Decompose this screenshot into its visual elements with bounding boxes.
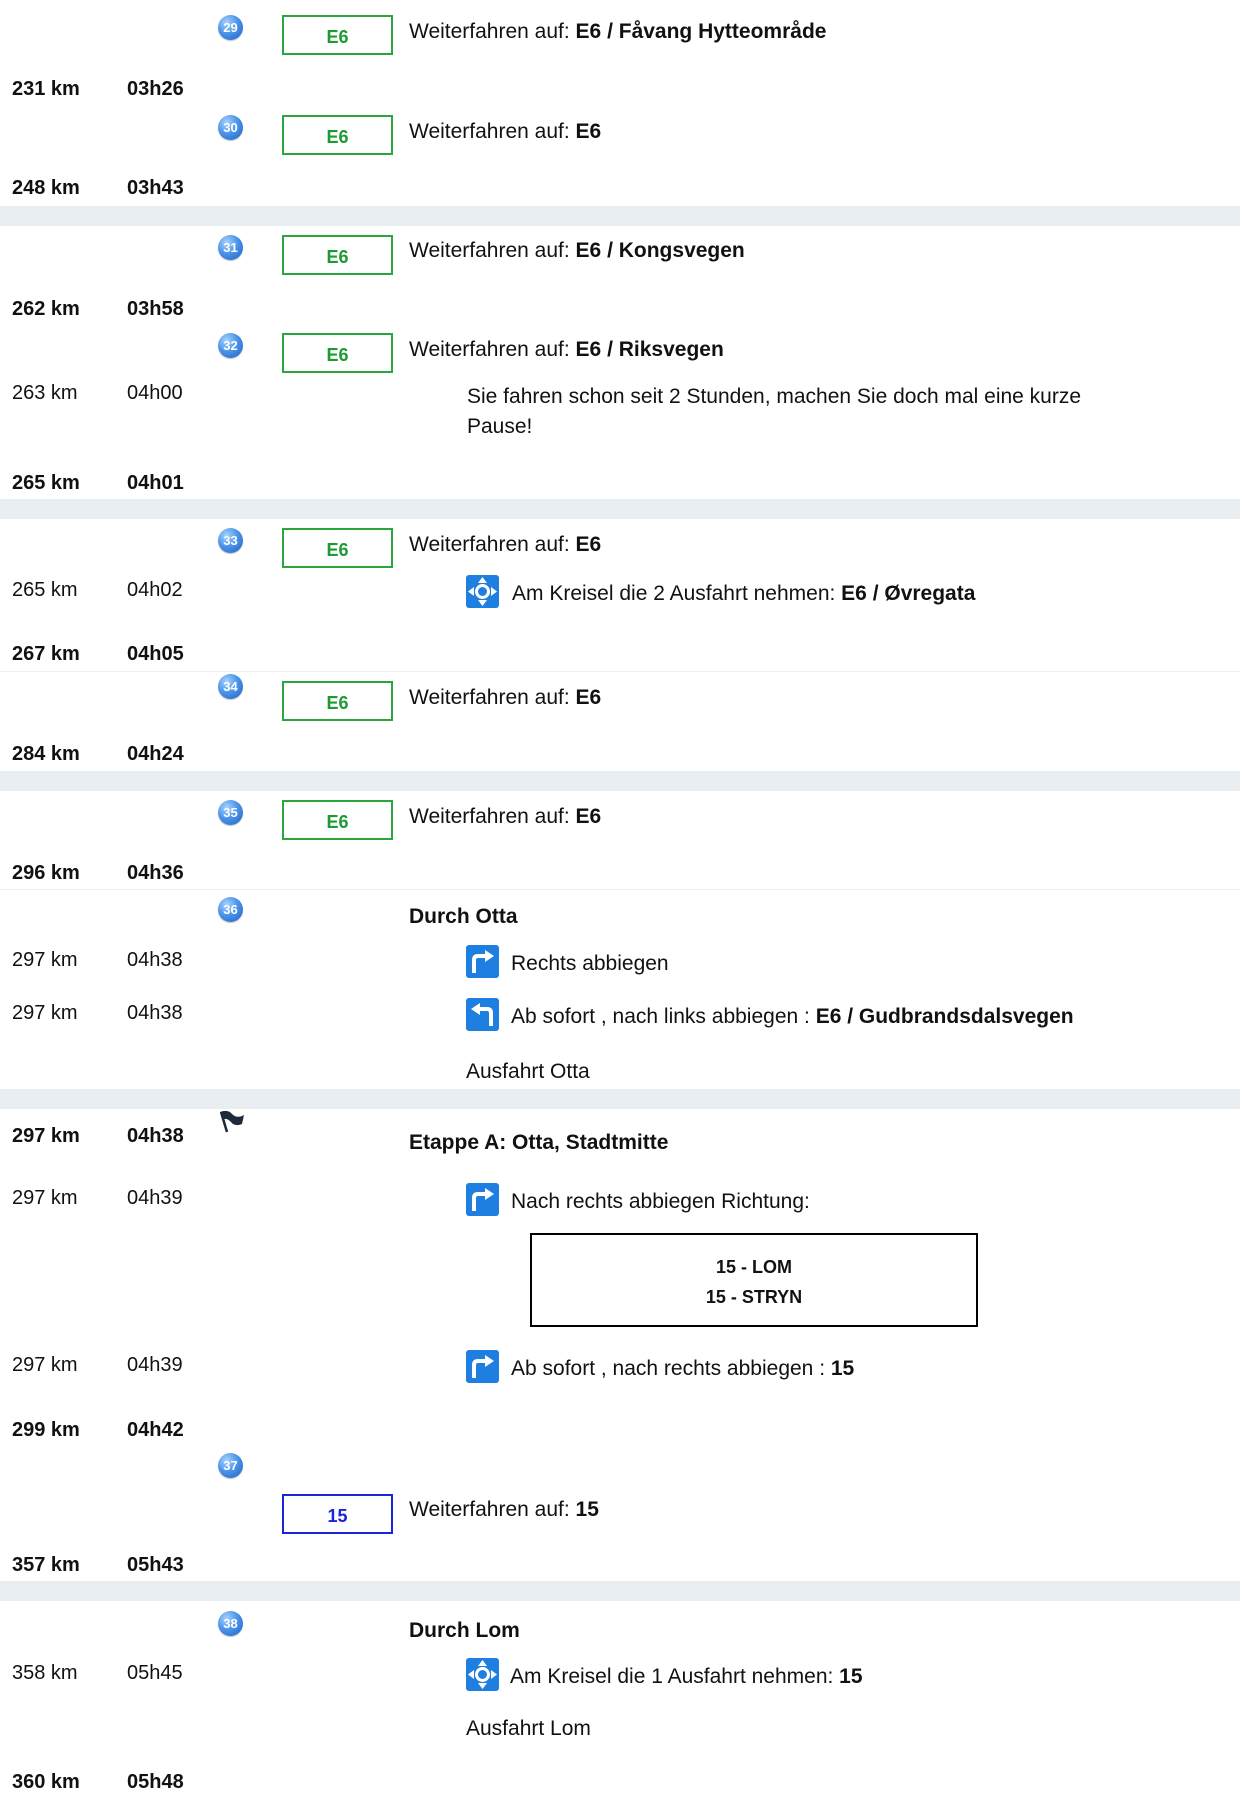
summary-distance: 267 km	[12, 643, 80, 665]
step-number-badge: 38	[218, 1611, 243, 1636]
section-title: Etappe A: Otta, Stadtmitte	[409, 1131, 669, 1154]
step-number-badge: 30	[218, 115, 243, 140]
turn-right-icon	[466, 1183, 499, 1216]
exit-label: Ausfahrt Lom	[466, 1717, 591, 1740]
summary-time: 04h36	[127, 862, 184, 884]
instruction-text: Weiterfahren auf: E6 / Kongsvegen	[409, 239, 745, 262]
turn-right-icon	[466, 945, 499, 978]
detail-distance: 263 km	[12, 382, 78, 404]
instruction-text: Weiterfahren auf: E6	[409, 120, 602, 143]
instruction-text: Am Kreisel die 1 Ausfahrt nehmen: 15	[510, 1665, 863, 1688]
detail-distance: 265 km	[12, 579, 78, 601]
flag-icon	[218, 1110, 246, 1134]
instruction-text: Rechts abbiegen	[511, 952, 669, 975]
summary-time: 04h42	[127, 1419, 184, 1441]
road-sign: E6	[282, 528, 393, 568]
roundabout-icon	[466, 1658, 499, 1691]
detail-time: 04h39	[127, 1187, 183, 1209]
detail-distance: 297 km	[12, 949, 78, 971]
detail-time: 05h45	[127, 1662, 183, 1684]
summary-time: 04h24	[127, 743, 184, 765]
summary-time: 03h58	[127, 298, 184, 320]
instruction-text: Weiterfahren auf: E6	[409, 686, 602, 709]
summary-time: 04h05	[127, 643, 184, 665]
summary-time: 05h43	[127, 1554, 184, 1576]
detail-time: 04h39	[127, 1354, 183, 1376]
road-sign: E6	[282, 681, 393, 721]
turn-right-icon	[466, 1350, 499, 1383]
section-title: Durch Otta	[409, 905, 518, 928]
road-sign: E6	[282, 15, 393, 55]
row-band	[0, 1581, 1240, 1601]
row-separator	[0, 671, 1240, 672]
detail-time: 04h38	[127, 949, 183, 971]
detail-time: 04h02	[127, 579, 183, 601]
instruction-text: Ab sofort , nach links abbiegen : E6 / G…	[511, 1005, 1074, 1028]
row-separator	[0, 889, 1240, 890]
road-sign: E6	[282, 115, 393, 155]
direction-sign: 15 - LOM 15 - STRYN	[530, 1233, 978, 1327]
road-sign: E6	[282, 235, 393, 275]
detail-time: 04h00	[127, 382, 183, 404]
summary-distance: 284 km	[12, 743, 80, 765]
roundabout-icon	[466, 575, 499, 608]
section-title: Durch Lom	[409, 1619, 520, 1642]
detail-distance: 297 km	[12, 1187, 78, 1209]
row-band	[0, 206, 1240, 226]
detail-distance: 297 km	[12, 1002, 78, 1024]
step-number-badge: 35	[218, 800, 243, 825]
row-band	[0, 1089, 1240, 1109]
detail-distance: 297 km	[12, 1354, 78, 1376]
turn-left-icon	[466, 998, 499, 1031]
instruction-text: Weiterfahren auf: E6	[409, 533, 602, 556]
summary-distance: 262 km	[12, 298, 80, 320]
direction-sign-line: 15 - LOM	[715, 1257, 792, 1277]
step-number-badge: 33	[218, 528, 243, 553]
step-number-badge: 37	[218, 1453, 243, 1478]
summary-time: 03h26	[127, 78, 184, 100]
direction-sign-line: 15 - STRYN	[705, 1287, 803, 1307]
summary-time: 03h43	[127, 177, 184, 199]
summary-distance: 360 km	[12, 1771, 80, 1793]
summary-time: 04h01	[127, 472, 184, 494]
pause-hint-text: Sie fahren schon seit 2 Stunden, machen …	[467, 385, 1082, 408]
summary-distance: 231 km	[12, 78, 80, 100]
road-sign: E6	[282, 333, 393, 373]
step-number-badge: 29	[218, 15, 243, 40]
detail-distance: 358 km	[12, 1662, 78, 1684]
instruction-text: Am Kreisel die 2 Ausfahrt nehmen: E6 / Ø…	[512, 582, 976, 605]
summary-distance: 357 km	[12, 1554, 80, 1576]
pause-hint-text-line2: Pause!	[467, 415, 533, 438]
summary-distance: 296 km	[12, 862, 80, 884]
row-band	[0, 771, 1240, 791]
step-number-badge: 34	[218, 674, 243, 699]
instruction-text: Nach rechts abbiegen Richtung:	[511, 1190, 810, 1213]
summary-distance: 299 km	[12, 1419, 80, 1441]
summary-distance: 297 km	[12, 1125, 80, 1147]
step-number-badge: 32	[218, 333, 243, 358]
instruction-text: Weiterfahren auf: E6 / Fåvang Hytteområd…	[409, 20, 827, 43]
summary-time: 05h48	[127, 1771, 184, 1793]
step-number-badge: 31	[218, 235, 243, 260]
step-number-badge: 36	[218, 897, 243, 922]
road-sign: E6	[282, 800, 393, 840]
summary-distance: 265 km	[12, 472, 80, 494]
detail-time: 04h38	[127, 1002, 183, 1024]
summary-distance: 248 km	[12, 177, 80, 199]
instruction-text: Weiterfahren auf: E6 / Riksvegen	[409, 338, 724, 361]
summary-time: 04h38	[127, 1125, 184, 1147]
road-sign: 15	[282, 1494, 393, 1534]
instruction-text: Weiterfahren auf: E6	[409, 805, 602, 828]
instruction-text: Weiterfahren auf: 15	[409, 1498, 599, 1521]
instruction-text: Ab sofort , nach rechts abbiegen : 15	[511, 1357, 855, 1380]
row-band	[0, 499, 1240, 519]
exit-label: Ausfahrt Otta	[466, 1060, 590, 1083]
